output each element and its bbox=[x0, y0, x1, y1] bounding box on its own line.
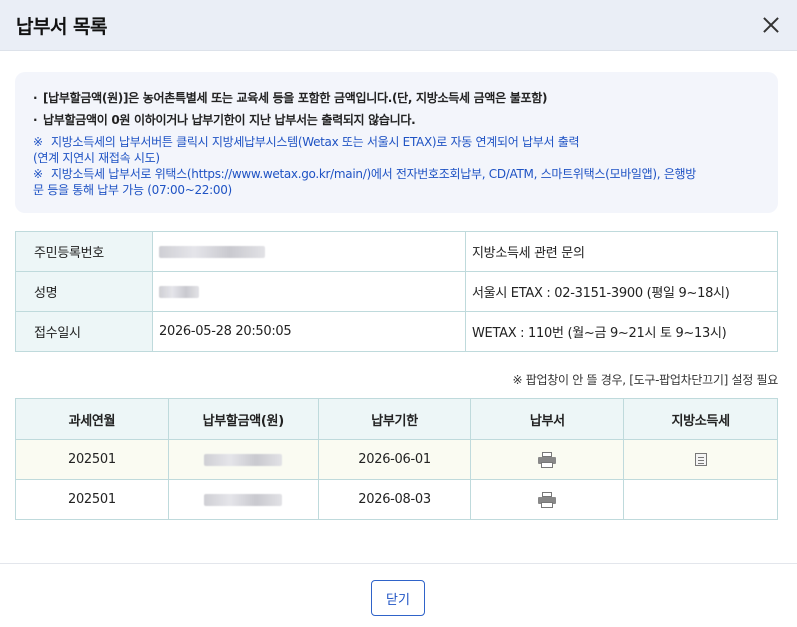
notice-blue-1b: (연계 지연시 재접속 시도) bbox=[33, 151, 160, 165]
modal-header: 납부서 목록 bbox=[0, 0, 797, 51]
close-icon[interactable] bbox=[759, 13, 783, 37]
print-cell bbox=[470, 439, 625, 480]
info-label: 성명 bbox=[15, 271, 153, 312]
period-cell: 202501 bbox=[15, 479, 169, 520]
masked-amount bbox=[204, 493, 283, 506]
column-header: 지방소득세 bbox=[623, 398, 778, 440]
modal-footer: 닫기 bbox=[0, 563, 797, 627]
period-cell: 202501 bbox=[15, 439, 169, 480]
column-header: 납부서 bbox=[470, 398, 625, 440]
printer-icon[interactable] bbox=[537, 451, 557, 468]
info-value bbox=[152, 271, 466, 312]
column-header: 납부할금액(원) bbox=[167, 398, 319, 440]
info-label: 접수일시 bbox=[15, 311, 153, 352]
amount-cell bbox=[167, 479, 319, 520]
notice-blue-2-text: 지방소득세 납부서로 위택스(https://www.wetax.go.kr/m… bbox=[51, 167, 697, 181]
notice-text-1: [납부할금액(원)]은 농어촌특별세 또는 교육세 등을 포함한 금액입니다.(… bbox=[43, 91, 548, 105]
payment-slip-modal: 납부서 목록 · [납부할금액(원)]은 농어촌특별세 또는 교육세 등을 포함한… bbox=[0, 0, 797, 627]
masked-name bbox=[159, 285, 199, 298]
notice-line-1: · [납부할금액(원)]은 농어촌특별세 또는 교육세 등을 포함한 금액입니다.… bbox=[33, 91, 548, 105]
notice-blue-2b: 문 등을 통해 납부 가능 (07:00~22:00) bbox=[33, 183, 232, 197]
due-date-cell: 2026-06-01 bbox=[317, 439, 472, 480]
notice-box: · [납부할금액(원)]은 농어촌특별세 또는 교육세 등을 포함한 금액입니다.… bbox=[15, 72, 778, 213]
notice-line-2: · 납부할금액이 0원 이하이거나 납부기한이 지난 납부서는 출력되지 않습니다… bbox=[33, 113, 416, 127]
notice-blue-2: ※ 지방소득세 납부서로 위택스(https://www.wetax.go.kr/… bbox=[33, 166, 764, 182]
local-tax-cell bbox=[623, 439, 778, 480]
taxpayer-info-table: 주민등록번호 지방소득세 관련 문의 성명 서울시 ETAX : 02-3151… bbox=[15, 231, 778, 352]
info-label: 주민등록번호 bbox=[15, 231, 153, 272]
notice-blue-1: ※ 지방소득세의 납부서버튼 클릭시 지방세납부시스템(Wetax 또는 서울시 … bbox=[33, 134, 764, 150]
info-row: 성명 서울시 ETAX : 02-3151-3900 (평일 9~18시) bbox=[15, 271, 778, 312]
document-icon[interactable] bbox=[694, 453, 707, 466]
info-contact: 서울시 ETAX : 02-3151-3900 (평일 9~18시) bbox=[465, 271, 778, 312]
info-contact: 지방소득세 관련 문의 bbox=[465, 231, 778, 272]
column-header: 과세연월 bbox=[15, 398, 169, 440]
info-row: 접수일시 2026-05-28 20:50:05 WETAX : 110번 (월… bbox=[15, 311, 778, 352]
modal-title: 납부서 목록 bbox=[16, 15, 108, 38]
table-row: 202501 2026-08-03 bbox=[15, 479, 778, 520]
table-row: 202501 2026-06-01 bbox=[15, 439, 778, 480]
print-cell bbox=[470, 479, 625, 520]
info-contact: WETAX : 110번 (월~금 9~21시 토 9~13시) bbox=[465, 311, 778, 352]
payment-slip-table: 과세연월 납부할금액(원) 납부기한 납부서 지방소득세 202501 2026… bbox=[15, 398, 778, 520]
notice-blue-1-text: 지방소득세의 납부서버튼 클릭시 지방세납부시스템(Wetax 또는 서울시 E… bbox=[51, 135, 580, 149]
masked-resident-number bbox=[159, 245, 265, 258]
info-value: 2026-05-28 20:50:05 bbox=[152, 311, 466, 352]
notice-mark: ※ bbox=[33, 167, 43, 181]
due-date-cell: 2026-08-03 bbox=[317, 479, 472, 520]
column-header: 납부기한 bbox=[317, 398, 472, 440]
popup-note: ※ 팝업창이 안 뜰 경우, [도구-팝업차단끄기] 설정 필요 bbox=[512, 373, 779, 387]
close-button[interactable]: 닫기 bbox=[371, 580, 425, 616]
printer-icon[interactable] bbox=[537, 491, 557, 508]
local-tax-cell bbox=[623, 479, 778, 520]
masked-amount bbox=[204, 453, 283, 466]
table-header-row: 과세연월 납부할금액(원) 납부기한 납부서 지방소득세 bbox=[15, 398, 778, 440]
info-value bbox=[152, 231, 466, 272]
notice-text-2: 납부할금액이 0원 이하이거나 납부기한이 지난 납부서는 출력되지 않습니다. bbox=[43, 113, 416, 127]
info-row: 주민등록번호 지방소득세 관련 문의 bbox=[15, 231, 778, 272]
amount-cell bbox=[167, 439, 319, 480]
notice-mark: ※ bbox=[33, 135, 43, 149]
